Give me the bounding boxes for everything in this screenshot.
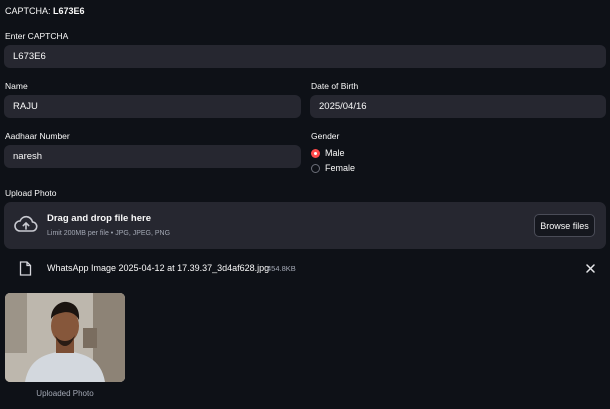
captcha-code: L673E6 [53,6,85,16]
file-name: WhatsApp Image 2025-04-12 at 17.39.37_3d… [47,263,270,273]
dob-label: Date of Birth [311,81,359,91]
uploaded-photo [5,293,125,382]
cloud-upload-icon [14,215,38,232]
file-size: 454.8KB [267,264,296,273]
captcha-display: CAPTCHA: L673E6 [5,6,85,16]
name-input[interactable]: RAJU [4,95,301,118]
dob-input[interactable]: 2025/04/16 [310,95,606,118]
captcha-input[interactable]: L673E6 [4,45,606,68]
gender-label: Gender [311,131,340,141]
aadhaar-input[interactable]: naresh [4,145,301,168]
upload-label: Upload Photo [5,188,57,198]
gender-radio-male[interactable] [311,149,320,158]
dropzone-title: Drag and drop file here [47,213,151,224]
captcha-input-label: Enter CAPTCHA [5,31,69,41]
file-icon [19,261,32,276]
captcha-label: CAPTCHA: [5,6,51,16]
dropzone-limit: Limit 200MB per file • JPG, JPEG, PNG [47,230,171,237]
remove-file-icon[interactable] [586,264,595,273]
file-dropzone[interactable] [4,202,606,249]
browse-files-button[interactable]: Browse files [534,214,595,237]
photo-caption: Uploaded Photo [36,389,94,398]
aadhaar-label: Aadhaar Number [5,131,70,141]
gender-radio-female[interactable] [311,164,320,173]
name-label: Name [5,81,28,91]
gender-option-male[interactable]: Male [325,148,345,158]
gender-option-female[interactable]: Female [325,163,355,173]
person-illustration [5,293,125,382]
